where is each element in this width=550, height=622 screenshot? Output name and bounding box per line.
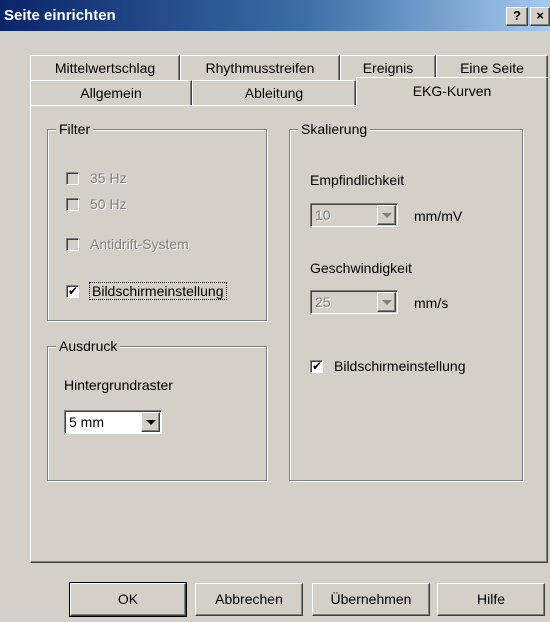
chevron-down-icon[interactable] bbox=[377, 292, 396, 312]
filter-50hz-checkbox[interactable] bbox=[66, 198, 79, 211]
filter-antidrift-checkbox[interactable] bbox=[66, 238, 79, 251]
ok-button[interactable]: OK bbox=[69, 582, 187, 617]
ausdruck-group-title: Ausdruck bbox=[56, 338, 121, 354]
empfindlichkeit-unit: mm/mV bbox=[414, 208, 463, 224]
hintergrundraster-value: 5 mm bbox=[69, 414, 104, 430]
tab-mittelwertschlag[interactable]: Mittelwertschlag bbox=[30, 55, 180, 81]
filter-group-title: Filter bbox=[56, 121, 94, 137]
apply-button[interactable]: Übernehmen bbox=[312, 583, 430, 616]
checkmark-icon: ✔ bbox=[312, 359, 323, 373]
hintergrundraster-select[interactable]: 5 mm bbox=[64, 410, 162, 434]
ausdruck-group: Ausdruck Hintergrundraster 5 mm bbox=[47, 338, 267, 481]
help-button[interactable]: ? bbox=[506, 7, 528, 26]
close-button[interactable]: × bbox=[530, 7, 550, 26]
filter-antidrift-label: Antidrift-System bbox=[90, 236, 189, 252]
skalierung-group: Skalierung Empfindlichkeit 10 mm/mV Gesc… bbox=[289, 121, 523, 481]
filter-50hz-label: 50 Hz bbox=[90, 196, 127, 212]
filter-group: Filter 35 Hz 50 Hz Antidrift-System ✔ Bi… bbox=[47, 121, 267, 321]
skalierung-group-title: Skalierung bbox=[298, 121, 371, 137]
empfindlichkeit-value: 10 bbox=[315, 207, 331, 223]
geschwindigkeit-label: Geschwindigkeit bbox=[310, 260, 412, 276]
checkmark-icon: ✔ bbox=[68, 284, 79, 298]
filter-bildschirmeinstellung-label: Bildschirmeinstellung bbox=[89, 282, 227, 300]
hintergrundraster-label: Hintergrundraster bbox=[64, 377, 173, 393]
tab-ekg-kurven[interactable]: EKG-Kurven bbox=[356, 77, 548, 107]
help-dialog-button[interactable]: Hilfe bbox=[437, 583, 545, 616]
filter-35hz-label: 35 Hz bbox=[90, 170, 127, 186]
chevron-down-icon[interactable] bbox=[141, 412, 160, 432]
geschwindigkeit-select[interactable]: 25 bbox=[310, 290, 398, 314]
geschwindigkeit-value: 25 bbox=[315, 294, 331, 310]
filter-35hz-checkbox[interactable] bbox=[66, 172, 79, 185]
tab-panel: Filter 35 Hz 50 Hz Antidrift-System ✔ Bi… bbox=[30, 105, 548, 563]
skalierung-bildschirmeinstellung-checkbox[interactable]: ✔ bbox=[310, 359, 323, 373]
geschwindigkeit-unit: mm/s bbox=[414, 295, 449, 311]
filter-bildschirmeinstellung-checkbox[interactable]: ✔ bbox=[66, 284, 79, 298]
tab-allgemein[interactable]: Allgemein bbox=[30, 80, 192, 106]
title-bar: Seite einrichten ? × bbox=[0, 0, 550, 31]
skalierung-bildschirmeinstellung-label: Bildschirmeinstellung bbox=[334, 358, 466, 374]
chevron-down-icon[interactable] bbox=[377, 205, 396, 225]
tab-rhythmusstreifen[interactable]: Rhythmusstreifen bbox=[180, 55, 340, 81]
cancel-button[interactable]: Abbrechen bbox=[195, 583, 303, 616]
empfindlichkeit-label: Empfindlichkeit bbox=[310, 172, 405, 188]
empfindlichkeit-select[interactable]: 10 bbox=[310, 203, 398, 227]
tab-ableitung[interactable]: Ableitung bbox=[192, 80, 356, 106]
window-title: Seite einrichten bbox=[4, 7, 116, 24]
